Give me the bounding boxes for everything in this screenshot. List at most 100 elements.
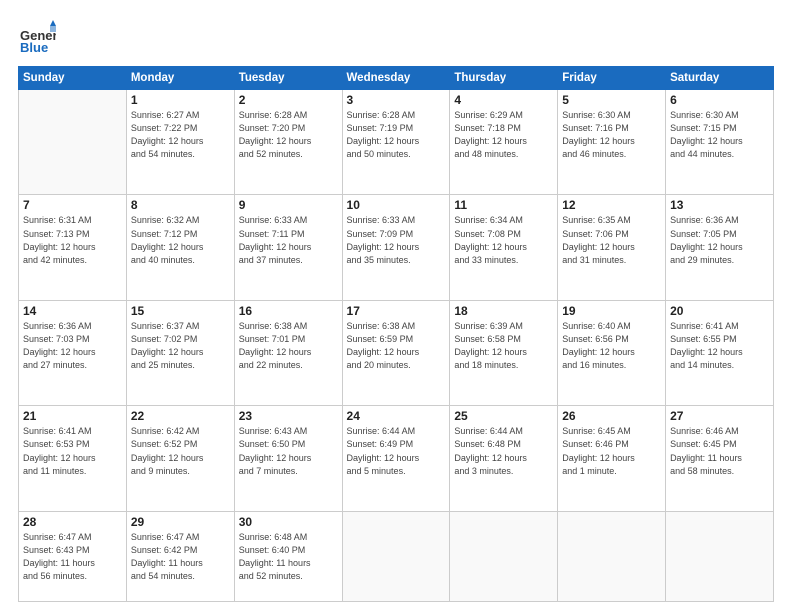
day-number: 8 xyxy=(131,198,230,212)
day-number: 21 xyxy=(23,409,122,423)
day-number: 4 xyxy=(454,93,553,107)
calendar-cell: 19 Sunrise: 6:40 AM Sunset: 6:56 PM Dayli… xyxy=(558,300,666,405)
day-number: 9 xyxy=(239,198,338,212)
day-number: 5 xyxy=(562,93,661,107)
day-info: Sunrise: 6:39 AM Sunset: 6:58 PM Dayligh… xyxy=(454,320,553,372)
calendar-cell: 16Sunrise: 6:38 AM Sunset: 7:01 PM Dayli… xyxy=(234,300,342,405)
calendar-cell: 10 Sunrise: 6:33 AM Sunset: 7:09 PM Dayli… xyxy=(342,195,450,300)
calendar-cell: 21 Sunrise: 6:41 AM Sunset: 6:53 PM Dayli… xyxy=(19,406,127,511)
calendar-cell: 3 Sunrise: 6:28 AM Sunset: 7:19 PM Daylig… xyxy=(342,90,450,195)
day-number: 27 xyxy=(670,409,769,423)
calendar-cell: 5 Sunrise: 6:30 AM Sunset: 7:16 PM Daylig… xyxy=(558,90,666,195)
calendar-cell: 20Sunrise: 6:41 AM Sunset: 6:55 PM Dayli… xyxy=(666,300,774,405)
day-number: 17 xyxy=(347,304,446,318)
logo-icon: General Blue xyxy=(18,18,56,56)
day-info: Sunrise: 6:41 AM Sunset: 6:55 PM Dayligh… xyxy=(670,320,769,372)
page: General Blue SundayMondayTuesdayWednesda… xyxy=(0,0,792,612)
day-number: 11 xyxy=(454,198,553,212)
day-info: Sunrise: 6:30 AM Sunset: 7:15 PM Dayligh… xyxy=(670,109,769,161)
day-number: 2 xyxy=(239,93,338,107)
week-row-3: 14 Sunrise: 6:36 AM Sunset: 7:03 PM Dayli… xyxy=(19,300,774,405)
day-number: 24 xyxy=(347,409,446,423)
day-info: Sunrise: 6:30 AM Sunset: 7:16 PM Dayligh… xyxy=(562,109,661,161)
day-number: 25 xyxy=(454,409,553,423)
calendar-cell xyxy=(666,511,774,601)
weekday-friday: Friday xyxy=(558,67,666,90)
weekday-sunday: Sunday xyxy=(19,67,127,90)
calendar-cell xyxy=(19,90,127,195)
weekday-thursday: Thursday xyxy=(450,67,558,90)
calendar-cell: 15 Sunrise: 6:37 AM Sunset: 7:02 PM Dayli… xyxy=(126,300,234,405)
day-number: 1 xyxy=(131,93,230,107)
day-info: Sunrise: 6:31 AM Sunset: 7:13 PM Dayligh… xyxy=(23,214,122,266)
day-info: Sunrise: 6:42 AM Sunset: 6:52 PM Dayligh… xyxy=(131,425,230,477)
day-info: Sunrise: 6:46 AM Sunset: 6:45 PM Dayligh… xyxy=(670,425,769,477)
day-number: 10 xyxy=(347,198,446,212)
calendar-cell: 23 Sunrise: 6:43 AM Sunset: 6:50 PM Dayli… xyxy=(234,406,342,511)
day-info: Sunrise: 6:28 AM Sunset: 7:19 PM Dayligh… xyxy=(347,109,446,161)
day-info: Sunrise: 6:35 AM Sunset: 7:06 PM Dayligh… xyxy=(562,214,661,266)
day-number: 19 xyxy=(562,304,661,318)
day-info: Sunrise: 6:37 AM Sunset: 7:02 PM Dayligh… xyxy=(131,320,230,372)
day-number: 30 xyxy=(239,515,338,529)
day-number: 7 xyxy=(23,198,122,212)
day-number: 6 xyxy=(670,93,769,107)
calendar-cell: 30 Sunrise: 6:48 AM Sunset: 6:40 PM Dayli… xyxy=(234,511,342,601)
logo: General Blue xyxy=(18,18,56,56)
calendar-cell: 17 Sunrise: 6:38 AM Sunset: 6:59 PM Dayli… xyxy=(342,300,450,405)
calendar-cell: 4Sunrise: 6:29 AM Sunset: 7:18 PM Daylig… xyxy=(450,90,558,195)
calendar-cell: 2 Sunrise: 6:28 AM Sunset: 7:20 PM Daylig… xyxy=(234,90,342,195)
calendar-table: SundayMondayTuesdayWednesdayThursdayFrid… xyxy=(18,66,774,602)
day-info: Sunrise: 6:32 AM Sunset: 7:12 PM Dayligh… xyxy=(131,214,230,266)
day-info: Sunrise: 6:38 AM Sunset: 6:59 PM Dayligh… xyxy=(347,320,446,372)
day-info: Sunrise: 6:33 AM Sunset: 7:11 PM Dayligh… xyxy=(239,214,338,266)
day-info: Sunrise: 6:47 AM Sunset: 6:42 PM Dayligh… xyxy=(131,531,230,583)
calendar-cell: 18 Sunrise: 6:39 AM Sunset: 6:58 PM Dayli… xyxy=(450,300,558,405)
day-info: Sunrise: 6:40 AM Sunset: 6:56 PM Dayligh… xyxy=(562,320,661,372)
day-info: Sunrise: 6:44 AM Sunset: 6:48 PM Dayligh… xyxy=(454,425,553,477)
day-number: 23 xyxy=(239,409,338,423)
day-number: 12 xyxy=(562,198,661,212)
weekday-header-row: SundayMondayTuesdayWednesdayThursdayFrid… xyxy=(19,67,774,90)
calendar-cell: 25 Sunrise: 6:44 AM Sunset: 6:48 PM Dayli… xyxy=(450,406,558,511)
calendar-cell: 28 Sunrise: 6:47 AM Sunset: 6:43 PM Dayli… xyxy=(19,511,127,601)
day-number: 18 xyxy=(454,304,553,318)
day-info: Sunrise: 6:28 AM Sunset: 7:20 PM Dayligh… xyxy=(239,109,338,161)
day-info: Sunrise: 6:27 AM Sunset: 7:22 PM Dayligh… xyxy=(131,109,230,161)
day-info: Sunrise: 6:48 AM Sunset: 6:40 PM Dayligh… xyxy=(239,531,338,583)
header: General Blue xyxy=(18,18,774,56)
calendar-cell xyxy=(450,511,558,601)
day-info: Sunrise: 6:33 AM Sunset: 7:09 PM Dayligh… xyxy=(347,214,446,266)
day-info: Sunrise: 6:44 AM Sunset: 6:49 PM Dayligh… xyxy=(347,425,446,477)
calendar-cell: 6 Sunrise: 6:30 AM Sunset: 7:15 PM Daylig… xyxy=(666,90,774,195)
day-number: 14 xyxy=(23,304,122,318)
calendar-cell: 1 Sunrise: 6:27 AM Sunset: 7:22 PM Daylig… xyxy=(126,90,234,195)
day-number: 13 xyxy=(670,198,769,212)
week-row-4: 21 Sunrise: 6:41 AM Sunset: 6:53 PM Dayli… xyxy=(19,406,774,511)
day-number: 28 xyxy=(23,515,122,529)
week-row-2: 7 Sunrise: 6:31 AM Sunset: 7:13 PM Daylig… xyxy=(19,195,774,300)
calendar-cell: 24 Sunrise: 6:44 AM Sunset: 6:49 PM Dayli… xyxy=(342,406,450,511)
day-number: 22 xyxy=(131,409,230,423)
day-number: 16 xyxy=(239,304,338,318)
day-info: Sunrise: 6:36 AM Sunset: 7:05 PM Dayligh… xyxy=(670,214,769,266)
calendar-cell: 7 Sunrise: 6:31 AM Sunset: 7:13 PM Daylig… xyxy=(19,195,127,300)
day-number: 29 xyxy=(131,515,230,529)
calendar-cell: 13 Sunrise: 6:36 AM Sunset: 7:05 PM Dayli… xyxy=(666,195,774,300)
day-info: Sunrise: 6:41 AM Sunset: 6:53 PM Dayligh… xyxy=(23,425,122,477)
calendar-cell: 8 Sunrise: 6:32 AM Sunset: 7:12 PM Daylig… xyxy=(126,195,234,300)
calendar-cell: 26Sunrise: 6:45 AM Sunset: 6:46 PM Dayli… xyxy=(558,406,666,511)
day-info: Sunrise: 6:36 AM Sunset: 7:03 PM Dayligh… xyxy=(23,320,122,372)
calendar-cell xyxy=(558,511,666,601)
day-number: 3 xyxy=(347,93,446,107)
calendar-cell: 29 Sunrise: 6:47 AM Sunset: 6:42 PM Dayli… xyxy=(126,511,234,601)
day-number: 15 xyxy=(131,304,230,318)
weekday-wednesday: Wednesday xyxy=(342,67,450,90)
calendar-cell xyxy=(342,511,450,601)
week-row-1: 1 Sunrise: 6:27 AM Sunset: 7:22 PM Daylig… xyxy=(19,90,774,195)
day-number: 26 xyxy=(562,409,661,423)
day-info: Sunrise: 6:43 AM Sunset: 6:50 PM Dayligh… xyxy=(239,425,338,477)
calendar-cell: 22 Sunrise: 6:42 AM Sunset: 6:52 PM Dayli… xyxy=(126,406,234,511)
day-info: Sunrise: 6:47 AM Sunset: 6:43 PM Dayligh… xyxy=(23,531,122,583)
weekday-tuesday: Tuesday xyxy=(234,67,342,90)
